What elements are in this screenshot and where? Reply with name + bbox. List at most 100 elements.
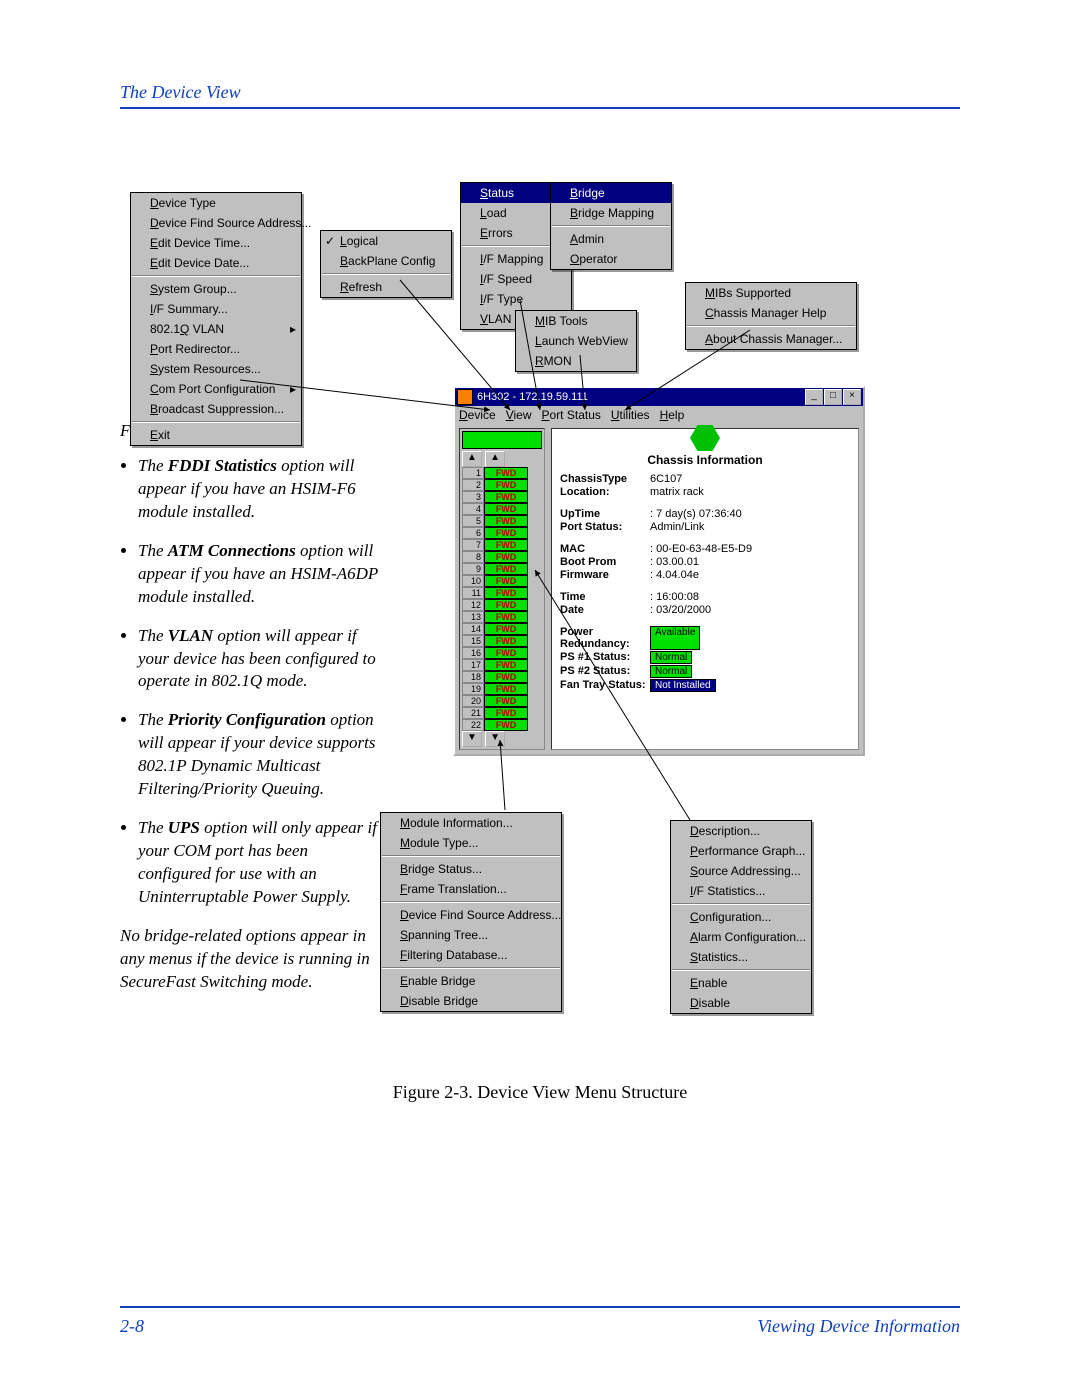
port-row[interactable]: 8FWD bbox=[462, 551, 542, 563]
menubar-item[interactable]: Help bbox=[660, 408, 685, 422]
port-row[interactable]: 5FWD bbox=[462, 515, 542, 527]
module-strip[interactable] bbox=[462, 431, 542, 449]
port-row[interactable]: 11FWD bbox=[462, 587, 542, 599]
port-row[interactable]: 1FWD bbox=[462, 467, 542, 479]
menu-item[interactable]: Enable Bridge bbox=[381, 971, 561, 991]
menu-item[interactable]: About Chassis Manager... bbox=[686, 329, 856, 349]
utilities-menu[interactable]: MIB ToolsLaunch WebViewRMON bbox=[515, 310, 637, 372]
port-row[interactable]: 2FWD bbox=[462, 479, 542, 491]
maximize-button[interactable]: □ bbox=[824, 389, 842, 405]
menu-item[interactable]: MIBs Supported bbox=[686, 283, 856, 303]
menu-item[interactable]: Bridge Mapping bbox=[551, 203, 671, 223]
port-row[interactable]: 16FWD bbox=[462, 647, 542, 659]
menu-item[interactable]: Description... bbox=[671, 821, 811, 841]
menu-item[interactable]: Broadcast Suppression... bbox=[131, 399, 301, 419]
menu-item[interactable]: Module Type... bbox=[381, 833, 561, 853]
scroll-down-big-icon[interactable]: ▼ bbox=[485, 731, 505, 747]
menu-item[interactable]: Launch WebView bbox=[516, 331, 636, 351]
menu-item[interactable]: Logical✓ bbox=[321, 231, 451, 251]
port-row[interactable]: 14FWD bbox=[462, 623, 542, 635]
scroll-down-icon[interactable]: ▼ bbox=[462, 731, 482, 747]
menu-item[interactable]: Device Find Source Address... bbox=[131, 213, 301, 233]
port-row[interactable]: 4FWD bbox=[462, 503, 542, 515]
menu-item[interactable]: BackPlane Config bbox=[321, 251, 451, 271]
ps1-badge: Normal bbox=[650, 651, 692, 664]
menu-item[interactable]: Refresh bbox=[321, 277, 451, 297]
port-row[interactable]: 15FWD bbox=[462, 635, 542, 647]
page-header: The Device View bbox=[120, 82, 960, 109]
menu-item[interactable]: Frame Translation... bbox=[381, 879, 561, 899]
port-row[interactable]: 20FWD bbox=[462, 695, 542, 707]
bridge-submenu[interactable]: BridgeBridge Mapping AdminOperator bbox=[550, 182, 672, 270]
port-row[interactable]: 3FWD bbox=[462, 491, 542, 503]
port-row[interactable]: 19FWD bbox=[462, 683, 542, 695]
menu-item[interactable]: Port Redirector... bbox=[131, 339, 301, 359]
menubar-item[interactable]: Utilities bbox=[611, 408, 650, 422]
port-row[interactable]: 22FWD bbox=[462, 719, 542, 731]
menu-item[interactable]: Spanning Tree... bbox=[381, 925, 561, 945]
port-row[interactable]: 12FWD bbox=[462, 599, 542, 611]
menu-item[interactable]: Enable bbox=[671, 973, 811, 993]
port-context-menu[interactable]: Description...Performance Graph...Source… bbox=[670, 820, 812, 1014]
menu-item[interactable]: Exit bbox=[131, 425, 301, 445]
figure-area: For the Device menu: The FDDI Statistics… bbox=[120, 120, 960, 1287]
port-row[interactable]: 10FWD bbox=[462, 575, 542, 587]
chassis-info-heading: Chassis Information bbox=[560, 453, 850, 467]
view-menu[interactable]: Logical✓BackPlane Config Refresh bbox=[320, 230, 452, 298]
port-column[interactable]: ▲ ▲ 1FWD2FWD3FWD4FWD5FWD6FWD7FWD8FWD9FWD… bbox=[459, 428, 545, 750]
scroll-up-icon[interactable]: ▲ bbox=[462, 451, 482, 467]
menubar-item[interactable]: Port Status bbox=[542, 408, 601, 422]
menu-item[interactable]: Statistics... bbox=[671, 947, 811, 967]
minimize-button[interactable]: _ bbox=[805, 389, 823, 405]
menu-item[interactable]: Bridge Status... bbox=[381, 859, 561, 879]
page-footer: 2-8 Viewing Device Information bbox=[120, 1306, 960, 1337]
port-row[interactable]: 6FWD bbox=[462, 527, 542, 539]
port-row[interactable]: 9FWD bbox=[462, 563, 542, 575]
menu-item[interactable]: RMON bbox=[516, 351, 636, 371]
menu-item[interactable]: Edit Device Time... bbox=[131, 233, 301, 253]
menu-item[interactable]: Module Information... bbox=[381, 813, 561, 833]
module-context-menu[interactable]: Module Information...Module Type... Bridg… bbox=[380, 812, 562, 1012]
menu-item[interactable]: I/F Statistics... bbox=[671, 881, 811, 901]
chassis-hex-icon bbox=[690, 425, 720, 451]
menubar[interactable]: Device View Port Status Utilities Help bbox=[455, 406, 863, 424]
menu-item[interactable]: I/F Speed bbox=[461, 269, 571, 289]
menu-item[interactable]: Chassis Manager Help bbox=[686, 303, 856, 323]
menu-item[interactable]: 802.1Q VLAN▸ bbox=[131, 319, 301, 339]
menu-item[interactable]: Configuration... bbox=[671, 907, 811, 927]
menu-item[interactable]: Edit Device Date... bbox=[131, 253, 301, 273]
menubar-item[interactable]: Device bbox=[459, 408, 496, 422]
menu-item[interactable]: Device Find Source Address... bbox=[381, 905, 561, 925]
port-row[interactable]: 13FWD bbox=[462, 611, 542, 623]
menu-item[interactable]: I/F Summary... bbox=[131, 299, 301, 319]
window-title: 6H302 - 172.19.59.111 bbox=[477, 391, 588, 403]
menu-item[interactable]: Alarm Configuration... bbox=[671, 927, 811, 947]
help-menu[interactable]: MIBs SupportedChassis Manager Help About … bbox=[685, 282, 857, 350]
titlebar[interactable]: 6H302 - 172.19.59.111 _ □ × bbox=[455, 388, 863, 406]
menu-item[interactable]: Admin bbox=[551, 229, 671, 249]
menu-item[interactable]: Device Type bbox=[131, 193, 301, 213]
menu-item[interactable]: System Resources... bbox=[131, 359, 301, 379]
menu-item[interactable]: MIB Tools bbox=[516, 311, 636, 331]
port-row[interactable]: 18FWD bbox=[462, 671, 542, 683]
menu-item[interactable]: I/F Type bbox=[461, 289, 571, 309]
port-row[interactable]: 21FWD bbox=[462, 707, 542, 719]
menu-item[interactable]: Performance Graph... bbox=[671, 841, 811, 861]
menu-item[interactable]: Disable bbox=[671, 993, 811, 1013]
menu-item[interactable]: Com Port Configuration▸ bbox=[131, 379, 301, 399]
menubar-item[interactable]: View bbox=[506, 408, 532, 422]
port-row[interactable]: 17FWD bbox=[462, 659, 542, 671]
menu-item[interactable]: Bridge bbox=[551, 183, 671, 203]
port-row[interactable]: 7FWD bbox=[462, 539, 542, 551]
close-button[interactable]: × bbox=[843, 389, 861, 405]
fan-badge: Not Installed bbox=[650, 679, 716, 692]
scroll-up-big-icon[interactable]: ▲ bbox=[485, 451, 505, 467]
chassis-manager-window: 6H302 - 172.19.59.111 _ □ × Device View Po… bbox=[453, 386, 865, 756]
menu-item[interactable]: Filtering Database... bbox=[381, 945, 561, 965]
menu-item[interactable]: Source Addressing... bbox=[671, 861, 811, 881]
menu-item[interactable]: Operator bbox=[551, 249, 671, 269]
device-menu[interactable]: Device TypeDevice Find Source Address...… bbox=[130, 192, 302, 446]
menu-item[interactable]: Disable Bridge bbox=[381, 991, 561, 1011]
menu-item[interactable]: System Group... bbox=[131, 279, 301, 299]
notes-list: The FDDI Statistics option will appear i… bbox=[120, 455, 380, 909]
